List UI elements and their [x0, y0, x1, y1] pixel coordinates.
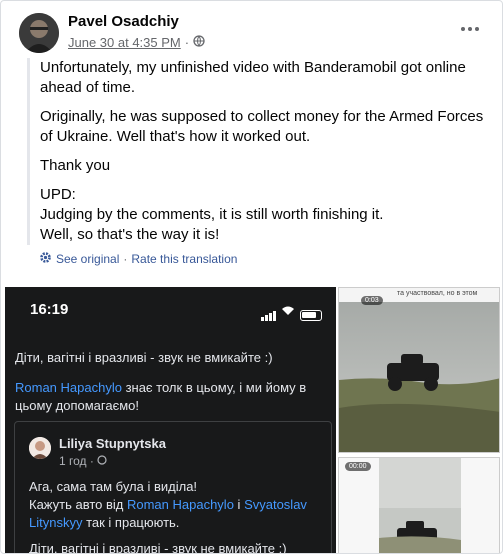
author-avatar[interactable] [19, 13, 59, 53]
meta-separator: · [184, 35, 190, 50]
commenter-name: Liliya Stupnytska [59, 436, 166, 451]
comment-mention-link: Litynskyy [29, 515, 83, 530]
wifi-icon [281, 303, 295, 321]
gear-icon [39, 251, 52, 267]
battery-icon [300, 310, 322, 321]
phone-text-span: знає толк в цьому, і ми йому в [121, 380, 307, 395]
author-name[interactable]: Pavel Osadchiy [68, 13, 179, 30]
comment-text: Ага, сама там була і виділа! Кажуть авто… [29, 478, 327, 554]
see-original-link[interactable]: See original [56, 252, 119, 266]
comment-text-span: Ага, сама там була і виділа! [29, 479, 198, 494]
video-scene-image [339, 458, 499, 553]
translation-separator: · [123, 252, 128, 266]
update-line: Judging by the comments, it is still wor… [40, 206, 384, 223]
phone-mention-link: Roman Hapachylo [15, 380, 122, 395]
video-thumbnail[interactable]: 0:03 та участвовал, но в этом [338, 287, 500, 453]
post-body: Unfortunately, my unfinished video with … [27, 58, 497, 245]
comment-mention-link: Roman Hapachylo [126, 497, 234, 512]
signal-icon [261, 311, 276, 321]
comment-time: 1 год · [59, 454, 107, 468]
translation-bar: See original · Rate this translation [39, 251, 237, 267]
phone-text-line: Roman Hapachylo знає толк в цьому, і ми … [15, 379, 306, 397]
comment-mention-link: Svyatoslav [244, 497, 307, 512]
post-meta: June 30 at 4:35 PM · [68, 35, 205, 50]
post-paragraph: Originally, he was supposed to collect m… [40, 108, 484, 145]
comment-text-span: Кажуть авто від [29, 497, 127, 512]
post-date-link[interactable]: June 30 at 4:35 PM [68, 35, 181, 50]
video-thumbnail[interactable]: 00:00 [338, 457, 500, 553]
phone-comment-card: Liliya Stupnytska 1 год · Ага, сама там … [14, 421, 332, 554]
status-icons [261, 303, 322, 321]
status-time: 16:19 [30, 301, 69, 318]
commenter-avatar [29, 437, 51, 459]
video-duration-badge: 00:00 [345, 462, 371, 471]
comment-time-text: 1 год · [59, 454, 94, 468]
phone-screenshot-image[interactable]: 16:19 Діти, вагітні і вразливі - звук не… [5, 287, 336, 554]
phone-text-line: цьому допомагаємо! [15, 398, 139, 413]
video-scene-image [339, 288, 499, 452]
update-line: Well, so that's the way it is! [40, 226, 220, 243]
more-options-icon[interactable] [456, 19, 484, 39]
comment-text-span: Діти, вагітні і вразливі - звук не вмика… [29, 541, 287, 554]
update-title: UPD: [40, 186, 76, 203]
globe-icon [97, 454, 107, 468]
post-paragraph: Unfortunately, my unfinished video with … [40, 59, 466, 96]
video-duration-badge: 0:03 [361, 296, 383, 305]
comment-text-span: так і працюють. [82, 515, 180, 530]
post-paragraph: Thank you [40, 157, 111, 174]
facebook-post: Pavel Osadchiy June 30 at 4:35 PM · Unfo… [0, 0, 503, 554]
post-update: UPD: Judging by the comments, it is stil… [40, 185, 497, 245]
rate-translation-link[interactable]: Rate this translation [131, 252, 237, 266]
globe-icon [193, 35, 205, 50]
comment-text-span: і [233, 497, 245, 512]
video-caption: та участвовал, но в этом [397, 290, 478, 297]
phone-text-line: Діти, вагітні і вразливі - звук не вмика… [15, 350, 273, 365]
